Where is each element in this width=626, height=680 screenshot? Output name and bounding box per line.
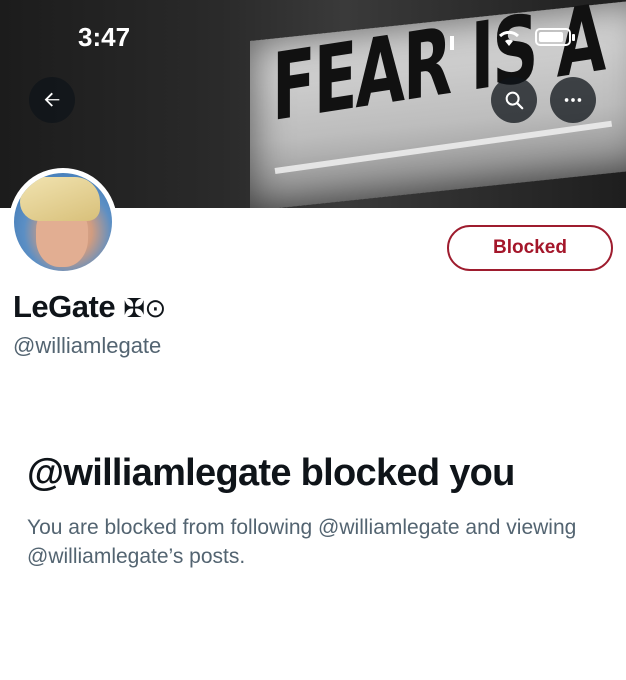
wifi-icon [498,30,520,46]
battery-icon [535,28,575,46]
blocked-notice-title: @williamlegate blocked you [27,452,515,494]
display-name-emoji: ✠⊙ [123,294,166,324]
more-horizontal-icon [564,98,582,102]
status-bar-time: 3:47 [78,22,131,52]
search-button[interactable] [491,77,537,123]
status-bar-icons [440,24,590,54]
blocked-notice-description: You are blocked from following @williaml… [27,516,577,568]
avatar-hair [20,177,100,221]
blocked-button[interactable]: Blocked [447,225,613,271]
signal-icon [450,36,454,50]
profile-display-name: LeGate ✠⊙ [13,289,166,325]
more-options-button[interactable] [550,77,596,123]
profile-handle: @williamlegate [13,333,162,358]
back-button[interactable] [29,77,75,123]
arrow-left-icon [44,92,60,107]
search-icon [505,91,524,110]
display-name-text: LeGate [13,289,116,324]
profile-avatar[interactable] [9,168,117,276]
